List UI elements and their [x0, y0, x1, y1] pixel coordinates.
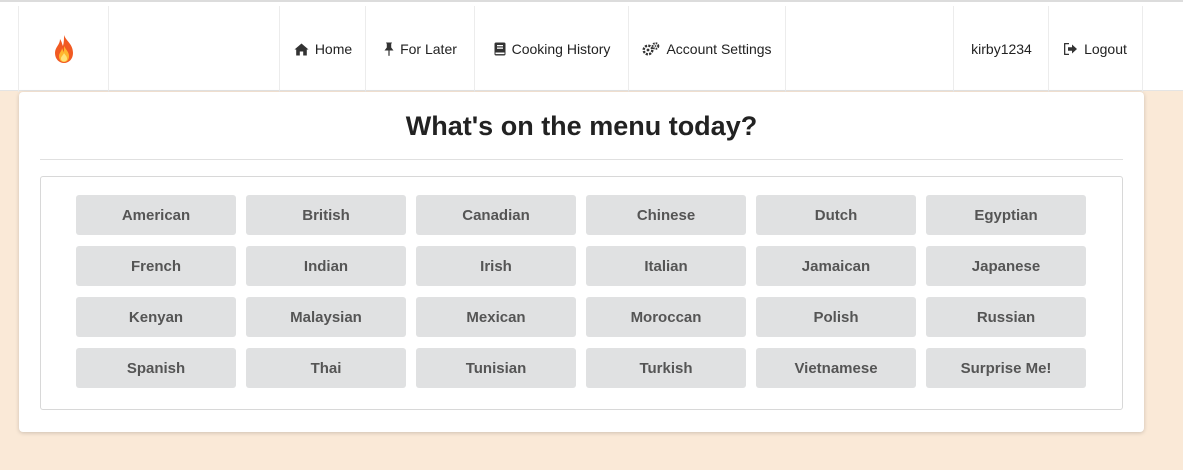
- nav-cooking-history-label: Cooking History: [511, 41, 611, 57]
- nav-logout-label: Logout: [1084, 41, 1127, 57]
- nav-account-settings[interactable]: Account Settings: [628, 6, 786, 92]
- cuisine-button-canadian[interactable]: Canadian: [416, 195, 576, 235]
- nav-for-later[interactable]: For Later: [365, 6, 475, 92]
- gears-icon: [642, 42, 660, 56]
- nav-for-later-label: For Later: [400, 41, 457, 57]
- cuisine-panel: American British Canadian Chinese Dutch Egypt…: [40, 176, 1123, 410]
- cuisine-button-italian[interactable]: Italian: [586, 246, 746, 286]
- page-title: What's on the menu today?: [405, 111, 758, 141]
- nav-home-label: Home: [314, 41, 353, 57]
- nav-logout[interactable]: Logout: [1048, 6, 1143, 92]
- top-navbar: Home For Later Cooking History Account S…: [0, 0, 1183, 92]
- cuisine-button-british[interactable]: British: [246, 195, 406, 235]
- cuisine-button-polish[interactable]: Polish: [756, 297, 916, 337]
- menu-card: What's on the menu today? American Britis…: [19, 92, 1144, 432]
- cuisine-button-malaysian[interactable]: Malaysian: [246, 297, 406, 337]
- cuisine-button-spanish[interactable]: Spanish: [76, 348, 236, 388]
- cuisine-button-thai[interactable]: Thai: [246, 348, 406, 388]
- title-divider: [40, 159, 1123, 160]
- cuisine-grid: American British Canadian Chinese Dutch Egypt…: [76, 195, 1086, 388]
- cuisine-button-surprise-me[interactable]: Surprise Me!: [926, 348, 1086, 388]
- cuisine-button-indian[interactable]: Indian: [246, 246, 406, 286]
- flame-icon: [51, 34, 77, 64]
- home-icon: [294, 43, 309, 56]
- cuisine-button-russian[interactable]: Russian: [926, 297, 1086, 337]
- brand-logo[interactable]: [18, 6, 109, 92]
- cuisine-button-dutch[interactable]: Dutch: [756, 195, 916, 235]
- book-icon: [494, 42, 506, 56]
- cuisine-button-irish[interactable]: Irish: [416, 246, 576, 286]
- nav-home[interactable]: Home: [279, 6, 366, 92]
- cuisine-button-kenyan[interactable]: Kenyan: [76, 297, 236, 337]
- cuisine-button-moroccan[interactable]: Moroccan: [586, 297, 746, 337]
- cuisine-button-jamaican[interactable]: Jamaican: [756, 246, 916, 286]
- cuisine-button-egyptian[interactable]: Egyptian: [926, 195, 1086, 235]
- cuisine-button-french[interactable]: French: [76, 246, 236, 286]
- nav-username[interactable]: kirby1234: [953, 6, 1049, 92]
- cuisine-button-american[interactable]: American: [76, 195, 236, 235]
- thumbtack-icon: [384, 42, 394, 56]
- nav-account-settings-label: Account Settings: [666, 41, 772, 57]
- cuisine-button-chinese[interactable]: Chinese: [586, 195, 746, 235]
- nav-cooking-history[interactable]: Cooking History: [474, 6, 629, 92]
- cuisine-button-vietnamese[interactable]: Vietnamese: [756, 348, 916, 388]
- username-label: kirby1234: [971, 41, 1032, 57]
- cuisine-button-mexican[interactable]: Mexican: [416, 297, 576, 337]
- cuisine-button-japanese[interactable]: Japanese: [926, 246, 1086, 286]
- cuisine-button-tunisian[interactable]: Tunisian: [416, 348, 576, 388]
- sign-out-icon: [1064, 43, 1078, 55]
- cuisine-button-turkish[interactable]: Turkish: [586, 348, 746, 388]
